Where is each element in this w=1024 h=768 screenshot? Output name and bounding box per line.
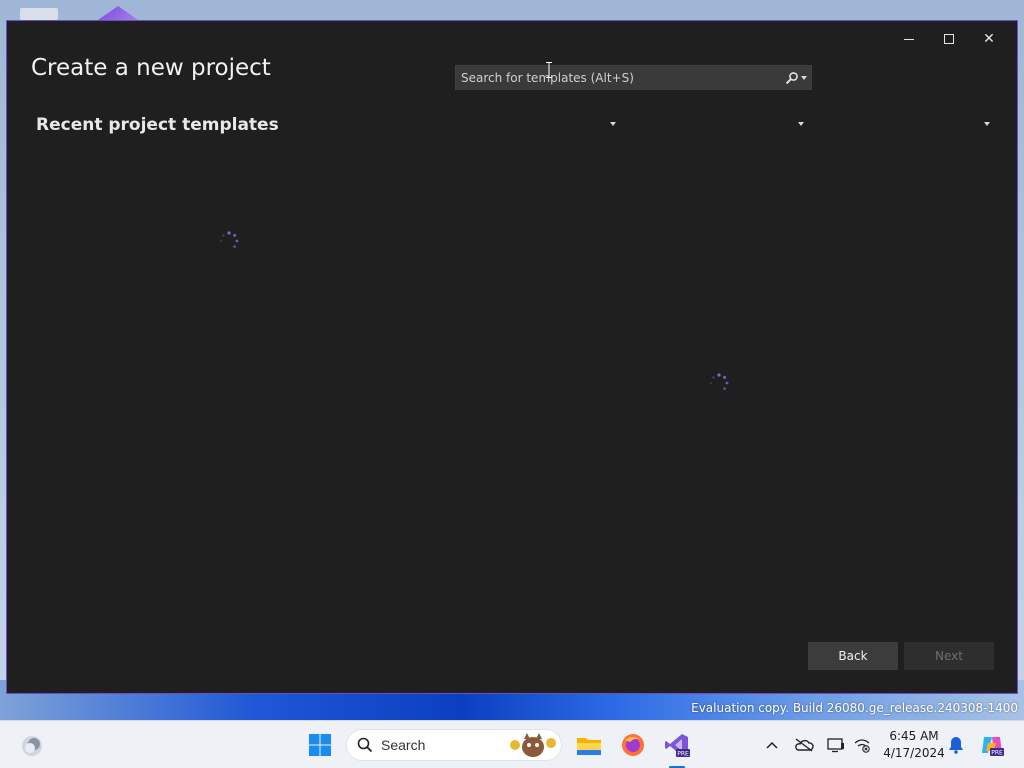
visual-studio-preview-icon[interactable]: PRE: [663, 731, 691, 759]
search-highlight-icon: [510, 733, 556, 757]
create-project-window: ✕ Create a new project Recent project te…: [6, 20, 1018, 694]
chevron-down-icon: [801, 75, 807, 80]
close-icon: ✕: [983, 31, 995, 47]
maximize-button[interactable]: [929, 27, 969, 51]
system-clock[interactable]: 6:45 AM 4/17/2024: [880, 728, 948, 762]
taskbar-search-label: Search: [381, 737, 426, 753]
clock-date: 4/17/2024: [883, 746, 945, 760]
page-title: Create a new project: [31, 55, 271, 81]
firefox-icon[interactable]: [619, 731, 647, 759]
copilot-icon[interactable]: PRE: [980, 733, 1004, 757]
folder-icon: [577, 738, 601, 755]
svg-text:PRE: PRE: [991, 750, 1003, 757]
text-cursor-icon: [546, 62, 552, 78]
svg-text:PRE: PRE: [677, 751, 689, 758]
display-icon[interactable]: [826, 735, 846, 755]
clock-time: 6:45 AM: [889, 729, 939, 743]
onedrive-icon[interactable]: [794, 735, 814, 755]
desktop-icon: [98, 6, 138, 20]
chevron-down-icon: [610, 122, 616, 126]
search-options-button[interactable]: [785, 71, 811, 85]
minimize-icon: [904, 38, 914, 40]
visual-studio-icon: PRE: [665, 734, 690, 758]
chevron-down-icon: [798, 122, 804, 126]
platform-filter-dropdown[interactable]: [796, 119, 806, 129]
notification-bell-icon[interactable]: [946, 735, 966, 755]
maximize-icon: [944, 34, 954, 44]
loading-spinner-icon: [709, 373, 729, 390]
language-filter-dropdown[interactable]: [608, 119, 618, 129]
taskbar: Search PRE 6:45 AM 4/17/2024 PRE: [0, 720, 1024, 768]
back-button[interactable]: Back: [808, 642, 898, 670]
evaluation-watermark: Evaluation copy. Build 26080.ge_release.…: [691, 701, 1018, 715]
desktop-icon: [20, 8, 58, 20]
widgets-icon[interactable]: [20, 734, 44, 758]
file-explorer-icon[interactable]: [575, 731, 603, 759]
window-controls: ✕: [889, 27, 1009, 51]
project-type-filter-dropdown[interactable]: [982, 119, 992, 129]
loading-spinner-icon: [219, 231, 239, 248]
search-icon: [785, 71, 798, 84]
recent-templates-heading: Recent project templates: [36, 115, 279, 135]
next-button[interactable]: Next: [904, 642, 994, 670]
minimize-button[interactable]: [889, 27, 929, 51]
close-button[interactable]: ✕: [969, 27, 1009, 51]
chevron-up-icon[interactable]: [762, 735, 782, 755]
start-icon[interactable]: [308, 733, 332, 757]
search-icon: [357, 737, 373, 753]
search-placeholder: Search for templates (Alt+S): [461, 70, 634, 85]
browser-icon: [622, 734, 644, 756]
taskbar-search-box[interactable]: Search: [346, 729, 562, 761]
chevron-down-icon: [984, 122, 990, 126]
network-icon[interactable]: [852, 735, 872, 755]
template-search-input[interactable]: Search for templates (Alt+S): [455, 65, 812, 90]
